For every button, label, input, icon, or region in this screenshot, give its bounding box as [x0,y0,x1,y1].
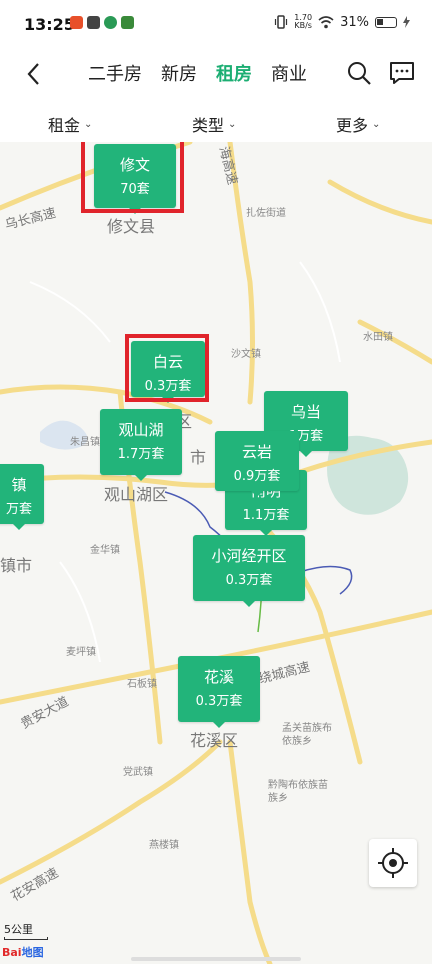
tab-rent[interactable]: 租房 [216,60,252,90]
chevron-down-icon: ⌄ [84,118,93,130]
area-marker-guanshanhu[interactable]: 观山湖 1.7万套 [100,409,182,481]
map-label: 沙文镇 [231,349,261,360]
highlight-box [81,142,184,213]
header: 二手房 新房 租房 商业 [0,52,432,96]
baidu-map-logo: Bai地图 [2,946,44,959]
app-notification-icon [121,16,134,29]
filter-rent-price[interactable]: 租金 ⌄ [48,112,92,136]
map-label: 金华镇 [90,545,120,556]
locate-icon [378,848,408,878]
status-time: 13:25 [24,15,75,34]
network-speed: 1.70 KB/s [294,13,313,30]
district-label: 修文县 [107,217,156,236]
tab-commercial[interactable]: 商业 [271,60,307,90]
battery-icon [375,16,397,28]
filter-more[interactable]: 更多 ⌄ [336,112,380,136]
filter-bar: 租金 ⌄ 类型 ⌄ 更多 ⌄ [0,104,432,142]
app-notification-icon [104,16,117,29]
category-tabs: 二手房 新房 租房 商业 [88,60,324,90]
app-notification-icon [87,16,100,29]
district-label: 观山湖区 [104,485,169,504]
map-label: 麦坪镇 [66,647,96,658]
area-marker-huaxi[interactable]: 花溪 0.3万套 [178,656,260,728]
search-icon[interactable] [346,60,372,86]
home-indicator[interactable] [131,957,301,961]
vibrate-icon [275,15,288,29]
back-arrow-icon[interactable] [22,60,46,88]
chevron-down-icon: ⌄ [372,118,381,130]
map-label: 石板镇 [127,679,157,690]
map-label: 朱昌镇 [70,437,100,448]
map-label: 党武镇 [123,767,153,778]
area-marker[interactable]: 镇 万套 [0,464,44,530]
map-label: 燕楼镇 [149,840,179,851]
charging-icon [403,16,410,28]
battery-percent: 31% [340,14,369,30]
area-marker-xiaohe[interactable]: 小河经开区 0.3万套 [193,535,305,607]
chevron-down-icon: ⌄ [228,118,237,130]
map-label: 水田镇 [363,332,393,343]
area-marker-yunyan[interactable]: 云岩 0.9万套 [215,431,299,497]
filter-type[interactable]: 类型 ⌄ [192,112,236,136]
status-bar: 13:25 1.70 KB/s 31% [0,0,432,52]
notification-icons [70,16,134,29]
locate-button[interactable] [369,839,417,887]
tab-new-house[interactable]: 新房 [161,60,197,90]
map-scale: 5公里 [4,921,48,940]
tab-second-hand[interactable]: 二手房 [88,60,142,90]
status-right: 1.70 KB/s 31% [274,14,410,30]
wifi-icon [318,15,334,28]
district-label: 花溪区 [190,731,239,750]
map-label: 扎佐街道 [246,208,286,219]
highlight-box [125,334,209,402]
app-notification-icon [70,16,83,29]
district-label: 市 [190,448,207,467]
map-label: 孟关苗族布依族乡 [282,723,332,747]
district-label: 镇市 [0,556,33,575]
map-label: 黔陶布依族苗族乡 [268,780,328,804]
map-view[interactable]: 扎佐街道 沙文镇 水田镇 朱昌镇 金华镇 麦坪镇 石板镇 党武镇 燕楼镇 孟关苗… [0,142,432,964]
message-icon[interactable] [389,60,415,86]
